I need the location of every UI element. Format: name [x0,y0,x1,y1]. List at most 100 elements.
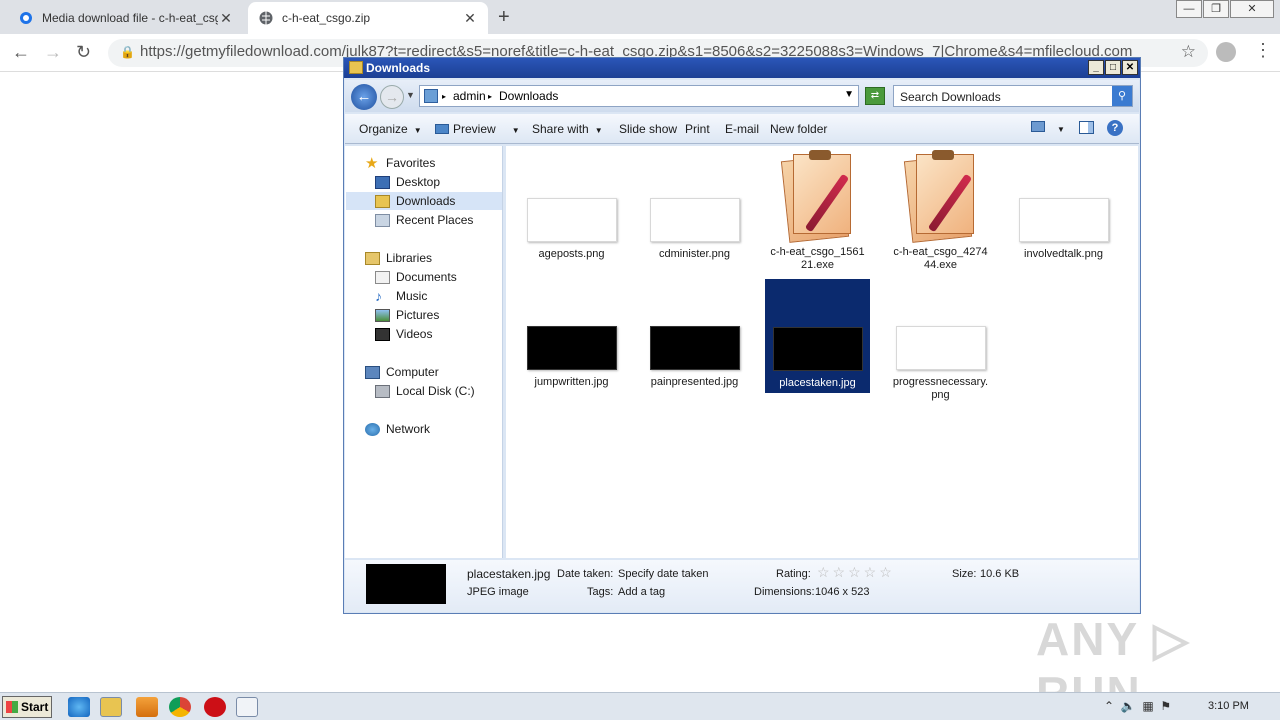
show-hidden-icons-icon[interactable]: ⌃ [1104,699,1114,713]
tags-value[interactable]: Add a tag [618,586,665,598]
image-thumbnail [526,326,617,370]
preview-pane-icon[interactable] [1079,121,1094,137]
tab-title: c-h-eat_csgo.zip [282,11,371,25]
preview-button[interactable]: Preview ▼ [435,122,520,136]
nav-computer[interactable]: Computer [365,363,439,381]
breadcrumb-admin[interactable]: admin [453,89,486,103]
view-dropdown-icon[interactable]: ▼ [1057,125,1065,134]
slideshow-button[interactable]: Slide show [619,122,677,136]
action-center-flag-icon[interactable]: ⚑ [1160,699,1171,713]
folder-icon [424,89,438,103]
back-arrow-icon[interactable]: ← [12,42,30,63]
star-icon: ★ [365,154,379,172]
nav-local-disk[interactable]: Local Disk (C:) [375,382,475,400]
email-button[interactable]: E-mail [725,122,759,136]
close-button[interactable]: ✕ [1230,0,1274,18]
file-item[interactable]: painpresented.jpg [642,326,747,389]
breadcrumb-downloads[interactable]: Downloads [499,89,558,103]
volume-icon[interactable]: 🔈 [1121,699,1136,713]
history-dropdown-icon[interactable]: ▼ [406,90,415,100]
clock[interactable]: 3:10 PM [1208,700,1249,712]
explorer-close-button[interactable]: ✕ [1122,60,1138,75]
explorer-back-icon[interactable]: ← [351,84,377,110]
explorer-forward-icon[interactable]: → [380,85,404,109]
change-view-icon[interactable] [1031,121,1045,135]
file-item[interactable]: involvedtalk.png [1011,198,1116,261]
explorer-taskbar-icon[interactable] [100,697,122,717]
tab-zip[interactable]: c-h-eat_csgo.zip ✕ [248,2,488,34]
nav-documents[interactable]: Documents [375,268,457,286]
help-icon[interactable]: ? [1107,120,1123,136]
file-name: ageposts.png [538,248,605,260]
tab-close-icon[interactable]: ✕ [218,10,234,27]
opera-icon[interactable] [204,697,226,717]
nav-downloads[interactable]: Downloads [346,192,502,210]
new-folder-label: New folder [770,122,828,136]
search-icon[interactable]: ⚲ [1112,86,1132,106]
nav-recent-places[interactable]: Recent Places [375,211,473,229]
print-label: Print [685,122,710,136]
nav-label: Recent Places [396,213,474,227]
address-dropdown-icon[interactable]: ▼ [844,89,854,100]
taskbar: Start ⌃ 🔈 ▦ ⚑ 3:10 PM [0,692,1280,720]
media-player-icon[interactable] [136,697,158,717]
lock-icon: 🔒 [120,45,135,59]
nav-libraries[interactable]: Libraries [365,249,432,267]
nav-label: Favorites [386,156,436,170]
tab-media-download[interactable]: Media download file - c-h-eat_csgo.z ✕ [8,2,244,34]
network-tray-icon[interactable]: ▦ [1142,699,1153,713]
file-item[interactable]: ageposts.png [519,198,624,261]
explorer-titlebar[interactable]: Downloads _ □ ✕ [344,58,1140,78]
explorer-address-row: ← → ▼ ▸ admin ▸ Downloads ▼ ⇄ Search Dow… [345,80,1139,112]
new-folder-button[interactable]: New folder [770,122,827,136]
file-item[interactable]: cdminister.png [642,198,747,261]
nav-favorites[interactable]: ★ Favorites [365,154,435,172]
explorer-maximize-button[interactable]: □ [1105,60,1121,75]
date-taken-value[interactable]: Specify date taken [618,568,709,580]
file-list: ageposts.png cdminister.png c-h-eat_csgo… [506,146,1138,558]
internet-explorer-icon[interactable] [68,697,90,717]
new-tab-icon[interactable]: + [498,6,510,29]
start-label: Start [21,700,49,714]
chevron-right-icon[interactable]: ▸ [488,92,492,101]
nav-videos[interactable]: Videos [375,325,432,343]
music-note-icon: ♪ [375,287,382,304]
file-item-selected[interactable]: placestaken.jpg [765,279,870,393]
nav-label: Pictures [396,308,440,322]
refresh-icon[interactable]: ⇄ [865,87,885,105]
search-input[interactable]: Search Downloads ⚲ [893,85,1133,107]
print-button[interactable]: Print [685,122,710,136]
profile-avatar-icon[interactable] [1216,42,1236,62]
reload-icon[interactable]: ↻ [76,42,91,63]
forward-arrow-icon[interactable]: → [44,42,62,63]
rating-stars-icon[interactable]: ☆☆☆☆☆ [817,564,895,581]
nav-network[interactable]: Network [365,420,430,438]
notepad-icon[interactable] [236,697,258,717]
file-item[interactable]: progressnecessary. png [888,326,993,402]
recent-places-icon [375,213,390,227]
organize-button[interactable]: Organize ▼ [359,122,422,136]
breadcrumb[interactable]: ▸ admin ▸ Downloads ▼ [419,85,859,107]
chevron-right-icon[interactable]: ▸ [442,92,446,101]
restore-button[interactable]: ❐ [1203,0,1229,18]
file-item[interactable]: jumpwritten.jpg [519,326,624,389]
pictures-icon [375,308,390,322]
minimize-button[interactable]: — [1176,0,1202,18]
nav-desktop[interactable]: Desktop [375,173,440,191]
explorer-minimize-button[interactable]: _ [1088,60,1104,75]
start-button[interactable]: Start [2,696,52,718]
nav-pictures[interactable]: Pictures [375,306,439,324]
windows-logo-icon [6,701,18,713]
file-item[interactable]: c-h-eat_csgo_4274 44.exe [888,150,993,272]
email-label: E-mail [725,122,760,136]
chrome-icon[interactable] [169,697,191,717]
file-item[interactable]: c-h-eat_csgo_1561 21.exe [765,150,870,272]
share-with-button[interactable]: Share with ▼ [532,122,603,136]
size-label: Size: [952,568,977,580]
slideshow-label: Slide show [619,122,678,136]
bookmark-star-icon[interactable]: ☆ [1181,42,1196,62]
nav-music[interactable]: ♪ Music [375,287,427,305]
tab-close-icon[interactable]: ✕ [462,10,478,27]
dimensions-value: 1046 x 523 [815,586,870,598]
chrome-menu-icon[interactable]: ⋮ [1254,40,1272,61]
